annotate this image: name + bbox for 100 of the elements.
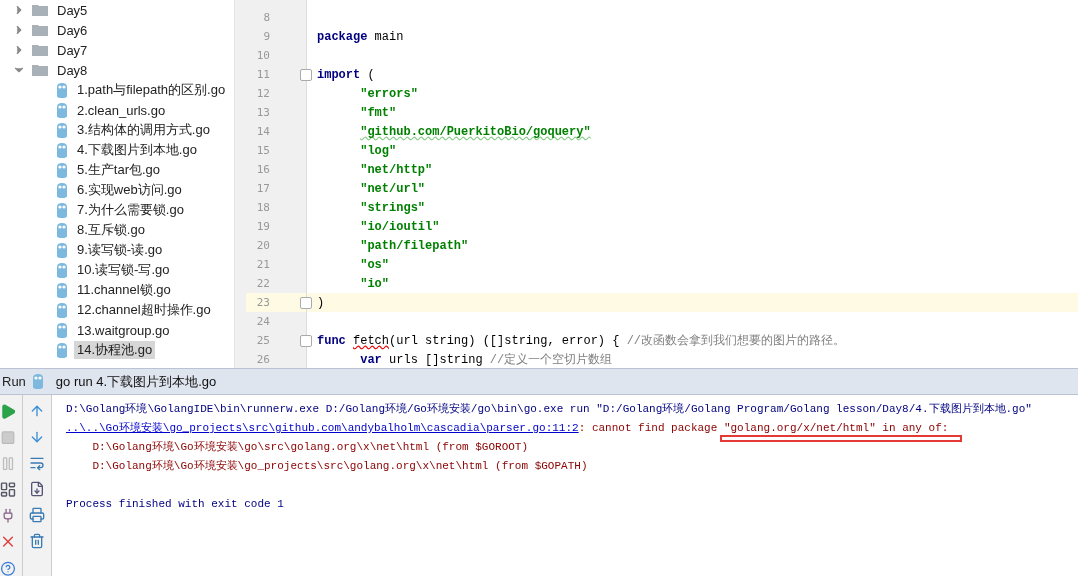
file-label: 3.结构体的调用方式.go bbox=[76, 121, 211, 139]
code-text: "io" bbox=[359, 276, 390, 291]
gopher-icon bbox=[56, 142, 68, 158]
file-label: 5.生产tar包.go bbox=[76, 161, 162, 179]
soft-wrap-icon[interactable] bbox=[29, 455, 45, 471]
code-text: import bbox=[317, 67, 361, 82]
line-number: 16 bbox=[256, 163, 270, 176]
gopher-icon bbox=[56, 82, 68, 98]
folder-row[interactable]: Day8 bbox=[0, 60, 234, 80]
file-label: 2.clean_urls.go bbox=[76, 102, 167, 118]
console-text: D:\Golang环境\GolangIDE\bin\runnerw.exe D:/Golang环境/Go环境安装/go\bin\go.exe run "D:/Golang环境/Golang Program/Golang lesson/Day8/4.下载图片到本地.go" bbox=[66, 402, 1032, 416]
console-text: Process finished with exit code 1 bbox=[66, 497, 284, 510]
file-row[interactable]: 2.clean_urls.go bbox=[0, 100, 234, 120]
scroll-to-end-icon[interactable] bbox=[29, 481, 45, 497]
file-row[interactable]: 3.结构体的调用方式.go bbox=[0, 120, 234, 140]
file-label: 9.读写锁-读.go bbox=[76, 241, 164, 259]
code-text: ( bbox=[366, 67, 375, 82]
gopher-icon bbox=[56, 122, 68, 138]
code-text: "github.com/PuerkitoBio/goquery" bbox=[359, 124, 591, 139]
gopher-icon bbox=[56, 302, 68, 318]
line-number: 20 bbox=[256, 239, 270, 252]
line-number: 23 bbox=[256, 296, 270, 309]
code-text: (url string) ([]string, error) { bbox=[389, 333, 621, 348]
layout-icon[interactable] bbox=[0, 480, 17, 499]
code-text: var bbox=[359, 352, 382, 367]
gopher-icon bbox=[56, 242, 68, 258]
line-number: 10 bbox=[256, 49, 270, 62]
code-text: func bbox=[317, 333, 347, 348]
line-number: 8 bbox=[263, 11, 270, 24]
code-text: ) bbox=[317, 295, 325, 310]
line-number: 14 bbox=[256, 125, 270, 138]
folder-icon bbox=[32, 4, 48, 16]
fold-icon[interactable] bbox=[300, 335, 312, 347]
file-row[interactable]: 1.path与filepath的区别.go bbox=[0, 80, 234, 100]
console-text: "golang.org/x/net/html" in any of: bbox=[723, 421, 949, 434]
folder-label: Day6 bbox=[56, 22, 89, 38]
code-text: "strings" bbox=[359, 200, 426, 215]
file-label: 4.下载图片到本地.go bbox=[76, 141, 198, 159]
file-row[interactable]: 5.生产tar包.go bbox=[0, 160, 234, 180]
fold-icon[interactable] bbox=[300, 69, 312, 81]
file-row[interactable]: 11.channel锁.go bbox=[0, 280, 234, 300]
gopher-icon bbox=[56, 102, 68, 118]
gopher-icon bbox=[56, 282, 68, 298]
run-title: Run bbox=[2, 374, 26, 389]
up-arrow-icon[interactable] bbox=[29, 403, 45, 419]
folder-row[interactable]: Day6 bbox=[0, 20, 234, 40]
gopher-icon bbox=[56, 182, 68, 198]
line-number: 13 bbox=[256, 106, 270, 119]
file-label: 7.为什么需要锁.go bbox=[76, 201, 185, 219]
line-number: 17 bbox=[256, 182, 270, 195]
line-number: 18 bbox=[256, 201, 270, 214]
code-text: "net/http" bbox=[359, 162, 433, 177]
gopher-icon bbox=[56, 262, 68, 278]
folder-label: Day5 bbox=[56, 2, 89, 18]
down-arrow-icon[interactable] bbox=[29, 429, 45, 445]
line-number: 24 bbox=[256, 315, 270, 328]
folder-row[interactable]: Day7 bbox=[0, 40, 234, 60]
console-text: : cannot find package bbox=[578, 421, 719, 434]
file-label: 10.读写锁-写.go bbox=[76, 261, 171, 279]
code-comment: //定义一个空切片数组 bbox=[489, 352, 613, 368]
folder-icon bbox=[32, 64, 48, 76]
file-row[interactable]: 14.协程池.go bbox=[0, 340, 234, 360]
line-number: 19 bbox=[256, 220, 270, 233]
fold-icon[interactable] bbox=[300, 297, 312, 309]
file-row[interactable]: 13.waitgroup.go bbox=[0, 320, 234, 340]
print-icon[interactable] bbox=[29, 507, 45, 523]
run-icon[interactable] bbox=[0, 403, 17, 421]
file-row[interactable]: 6.实现web访问.go bbox=[0, 180, 234, 200]
gopher-icon bbox=[56, 222, 68, 238]
file-row[interactable]: 10.读写锁-写.go bbox=[0, 260, 234, 280]
file-row[interactable]: 8.互斥锁.go bbox=[0, 220, 234, 240]
gopher-icon bbox=[56, 322, 68, 338]
gopher-icon bbox=[56, 202, 68, 218]
code-text: "io/ioutil" bbox=[359, 219, 440, 234]
folder-label: Day7 bbox=[56, 42, 89, 58]
file-label: 1.path与filepath的区别.go bbox=[76, 81, 227, 99]
file-row[interactable]: 4.下载图片到本地.go bbox=[0, 140, 234, 160]
file-row[interactable]: 7.为什么需要锁.go bbox=[0, 200, 234, 220]
file-link[interactable]: ..\..\Go环境安装\go_projects\src\github.com\andybalholm\cascadia\parser.go:11:2 bbox=[66, 420, 579, 435]
file-row[interactable]: 12.channel超时操作.go bbox=[0, 300, 234, 320]
folder-row[interactable]: Day5 bbox=[0, 0, 234, 20]
code-comment: //改函数会拿到我们想要的图片的路径。 bbox=[626, 333, 846, 349]
scrollbar[interactable] bbox=[234, 0, 246, 368]
console-text: D:\Golang环境\Go环境安装\go_projects\src\golang.org\x\net\html (from $GOPATH) bbox=[91, 459, 588, 473]
code-text: fetch bbox=[353, 333, 390, 348]
trash-icon[interactable] bbox=[29, 533, 45, 549]
file-row[interactable]: 9.读写锁-读.go bbox=[0, 240, 234, 260]
file-label: 8.互斥锁.go bbox=[76, 221, 146, 239]
folder-icon bbox=[32, 24, 48, 36]
code-text: "path/filepath" bbox=[359, 238, 469, 253]
code-text: "net/url" bbox=[359, 181, 426, 196]
code-text: urls []string bbox=[388, 352, 484, 367]
code-text: "errors" bbox=[359, 86, 418, 101]
line-number: 15 bbox=[256, 144, 270, 157]
run-tab[interactable]: go run 4.下载图片到本地.go bbox=[31, 372, 217, 391]
file-label: 12.channel超时操作.go bbox=[76, 301, 212, 319]
folder-icon bbox=[32, 44, 48, 56]
console-text: D:\Golang环境\Go环境安装\go\src\golang.org\x\net\html (from $GOROOT) bbox=[91, 440, 529, 454]
code-text: "os" bbox=[359, 257, 390, 272]
help-icon[interactable] bbox=[0, 560, 16, 576]
